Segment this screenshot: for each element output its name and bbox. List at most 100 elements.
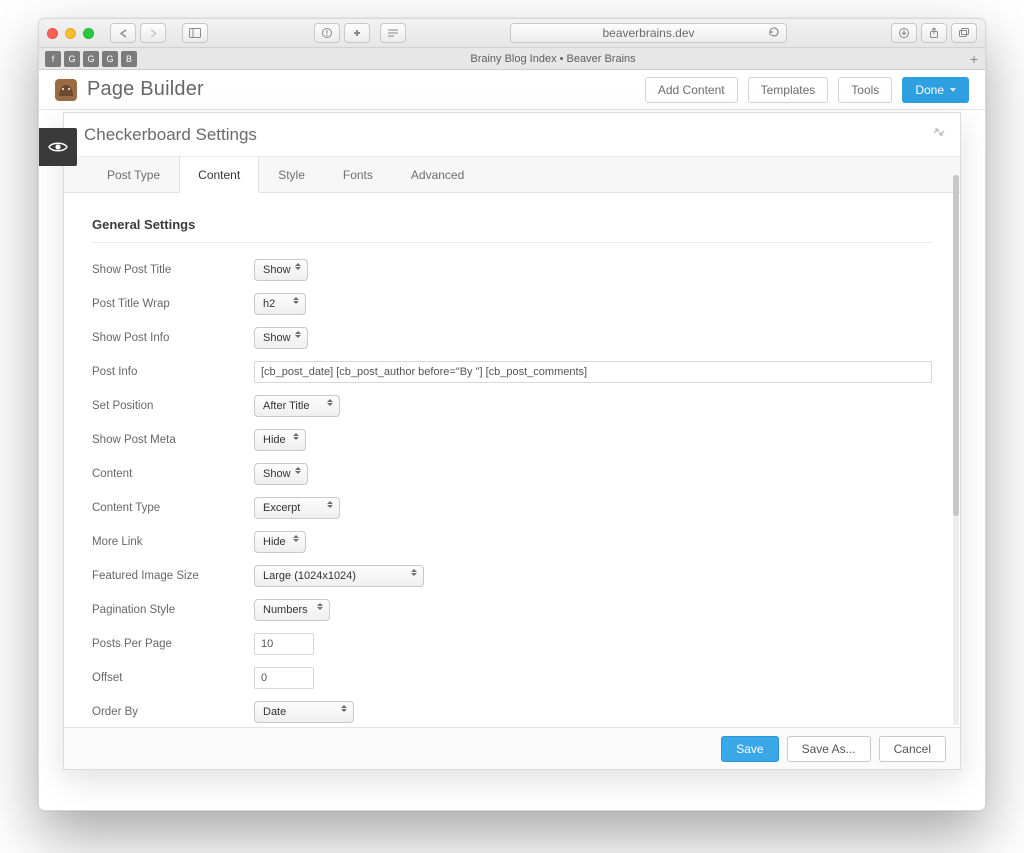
input-post-info[interactable] [254,361,932,383]
tab-style[interactable]: Style [259,157,324,192]
label-content-type: Content Type [92,502,254,514]
titlebar: beaverbrains.dev [39,19,985,48]
select-content[interactable]: Show [254,463,308,485]
input-offset[interactable] [254,667,314,689]
label-content: Content [92,468,254,480]
select-show-post-title[interactable]: Show [254,259,308,281]
pagebuilder-title: Page Builder [87,78,204,101]
pagebuilder-toolbar: Page Builder Add Content Templates Tools… [39,70,985,110]
modal-scrollbar[interactable] [953,175,959,725]
save-button[interactable]: Save [721,736,778,762]
select-show-post-meta[interactable]: Hide [254,429,306,451]
input-posts-per-page[interactable] [254,633,314,655]
select-order-by[interactable]: Date [254,701,354,723]
new-tab-button[interactable]: + [963,51,985,67]
cancel-button[interactable]: Cancel [879,736,946,762]
select-value: Hide [263,536,286,548]
save-label: Save [736,742,763,756]
share-button[interactable] [921,23,947,43]
scrollbar-thumb[interactable] [953,175,959,516]
label-more-link: More Link [92,536,254,548]
label-post-title-wrap: Post Title Wrap [92,298,254,310]
templates-button[interactable]: Templates [748,77,829,103]
tabs-button[interactable] [951,23,977,43]
add-content-label: Add Content [658,83,725,97]
minimize-window-button[interactable] [65,28,76,39]
label-featured-image-size: Featured Image Size [92,570,254,582]
select-value: Date [263,706,286,718]
tab-label: Style [278,168,305,182]
privacy-report-button[interactable] [314,23,340,43]
select-value: Show [263,332,291,344]
modal-title: Checkerboard Settings [84,125,257,145]
collapse-icon[interactable] [932,125,946,139]
favorite-icon[interactable]: G [83,51,99,67]
tab-post-type[interactable]: Post Type [88,157,179,192]
select-show-post-info[interactable]: Show [254,327,308,349]
reader-button[interactable] [380,23,406,43]
favorite-icon[interactable]: f [45,51,61,67]
select-value: Numbers [263,604,308,616]
forward-button[interactable] [140,23,166,43]
settings-modal: Checkerboard Settings Post Type Content … [63,112,961,770]
browser-window: beaverbrains.dev f G G G B Brainy Blog I… [38,18,986,811]
label-show-post-title: Show Post Title [92,264,254,276]
select-value: h2 [263,298,275,310]
tab-advanced[interactable]: Advanced [392,157,483,192]
templates-label: Templates [761,83,816,97]
add-content-button[interactable]: Add Content [645,77,738,103]
select-pagination-style[interactable]: Numbers [254,599,330,621]
address-bar[interactable]: beaverbrains.dev [510,23,787,43]
label-pagination-style: Pagination Style [92,604,254,616]
select-post-title-wrap[interactable]: h2 [254,293,306,315]
select-set-position[interactable]: After Title [254,395,340,417]
label-set-position: Set Position [92,400,254,412]
page-viewport: page. In this post, we show you some gre… [39,70,985,810]
label-show-post-meta: Show Post Meta [92,434,254,446]
select-featured-image-size[interactable]: Large (1024x1024) [254,565,424,587]
label-posts-per-page: Posts Per Page [92,638,254,650]
extension-button[interactable] [344,23,370,43]
post-excerpt: page. In this post, we show you some gre… [539,804,919,810]
eye-icon [48,140,68,154]
tab-label: Advanced [411,168,464,182]
select-content-type[interactable]: Excerpt [254,497,340,519]
select-value: Show [263,264,291,276]
favorite-icon[interactable]: G [64,51,80,67]
modal-body[interactable]: General Settings Show Post Title Show Po… [64,193,960,727]
select-value: Excerpt [263,502,300,514]
favorite-icon[interactable]: G [102,51,118,67]
select-more-link[interactable]: Hide [254,531,306,553]
refresh-icon[interactable] [768,26,780,38]
save-as-button[interactable]: Save As... [787,736,871,762]
maximize-window-button[interactable] [83,28,94,39]
close-window-button[interactable] [47,28,58,39]
select-value: Large (1024x1024) [263,570,356,582]
label-show-post-info: Show Post Info [92,332,254,344]
tab-fonts[interactable]: Fonts [324,157,392,192]
address-text: beaverbrains.dev [602,26,694,40]
save-as-label: Save As... [802,742,856,756]
tab-title[interactable]: Brainy Blog Index • Beaver Brains [143,53,963,65]
tab-label: Content [198,168,240,182]
tab-strip: f G G G B Brainy Blog Index • Beaver Bra… [39,48,985,70]
modal-header: Checkerboard Settings [64,113,960,157]
favorite-icon[interactable]: B [121,51,137,67]
tools-label: Tools [851,83,879,97]
done-label: Done [915,83,944,97]
sidebar-toggle-button[interactable] [182,23,208,43]
modal-footer: Save Save As... Cancel [64,727,960,769]
window-controls [47,28,94,39]
tab-label: Fonts [343,168,373,182]
chevron-down-icon [950,88,956,92]
tools-button[interactable]: Tools [838,77,892,103]
select-value: After Title [263,400,309,412]
beaverbuilder-logo-icon [55,79,77,101]
tab-label: Post Type [107,168,160,182]
preview-toggle-button[interactable] [39,128,77,166]
label-offset: Offset [92,672,254,684]
done-button[interactable]: Done [902,77,969,103]
downloads-button[interactable] [891,23,917,43]
tab-content[interactable]: Content [179,157,259,193]
back-button[interactable] [110,23,136,43]
